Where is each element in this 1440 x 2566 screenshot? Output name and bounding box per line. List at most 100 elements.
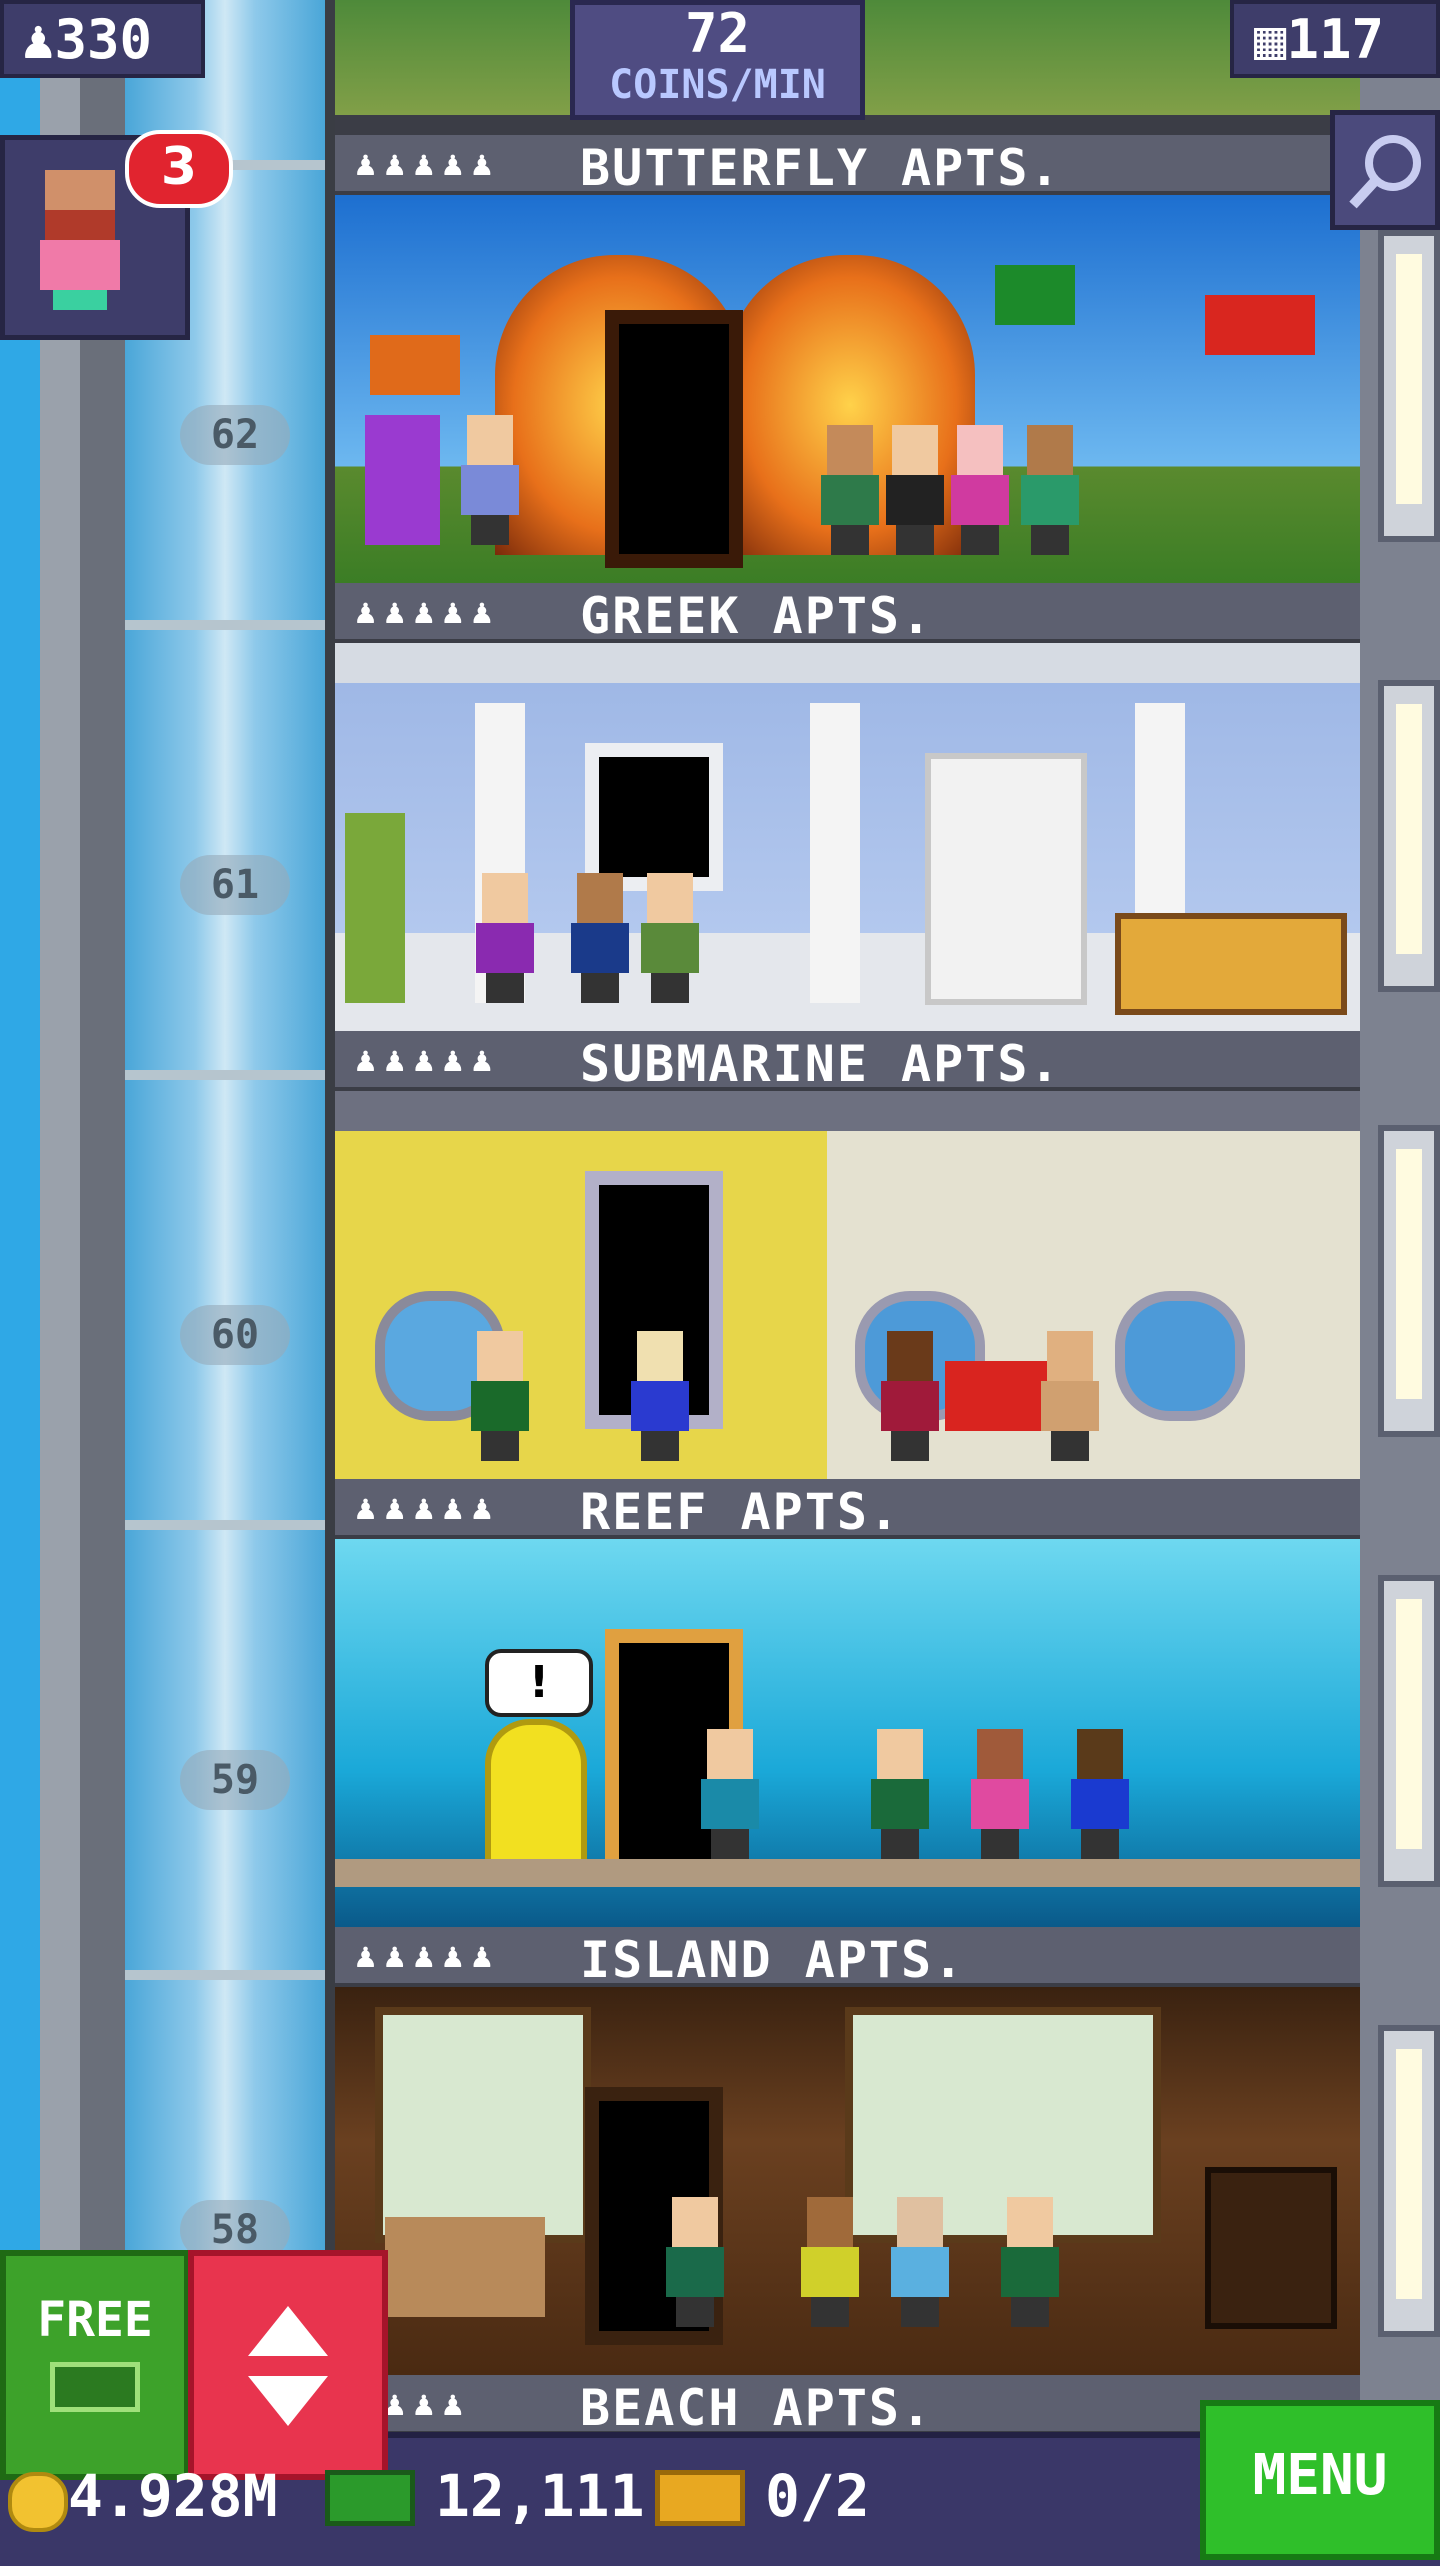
- resident[interactable]: [1035, 1331, 1105, 1461]
- floor-label-bar: ♟♟♟♟♟ REEF APTS.: [335, 1479, 1360, 1541]
- residents-icons: ♟♟♟♟♟: [353, 149, 499, 182]
- search-button[interactable]: [1330, 110, 1440, 230]
- tickets-value: 0/2: [765, 2462, 870, 2530]
- floor-count-value: 117: [1286, 8, 1385, 71]
- visitor-button[interactable]: 3: [0, 130, 233, 340]
- floor-name: ISLAND APTS.: [580, 1931, 966, 1989]
- floor-island[interactable]: ♟♟♟♟♟ ISLAND APTS.: [335, 1927, 1360, 2375]
- floor-name: SUBMARINE APTS.: [580, 1035, 1062, 1093]
- resident[interactable]: [565, 873, 635, 1003]
- visitor-avatar: [35, 170, 125, 310]
- island-room: [335, 1987, 1360, 2375]
- residents-icons: ♟♟♟♟♟: [353, 1941, 499, 1974]
- bux-value: 12,111: [435, 2462, 645, 2530]
- floor-name: REEF APTS.: [580, 1483, 902, 1541]
- speech-bubble[interactable]: !: [485, 1649, 593, 1717]
- resident[interactable]: [795, 2197, 865, 2327]
- coins-rate-unit: COINS/MIN: [609, 62, 826, 108]
- sofa: [1115, 913, 1347, 1015]
- butterfly-decor: [1205, 295, 1315, 355]
- shaft-wall: [40, 0, 80, 2560]
- coins-rate-panel: 72 COINS/MIN: [570, 0, 865, 120]
- elevator-shaft[interactable]: 62 61 60 59 58: [40, 0, 355, 2560]
- resident[interactable]: [885, 2197, 955, 2327]
- resident[interactable]: [1065, 1729, 1135, 1859]
- elevator-button[interactable]: [188, 2250, 388, 2480]
- submarine-room: [335, 1091, 1360, 1479]
- free-bux-button[interactable]: FREE: [0, 2250, 190, 2480]
- bux-icon: [50, 2362, 140, 2412]
- floor-counter[interactable]: ▦117: [1230, 0, 1440, 78]
- search-icon: [1349, 135, 1421, 209]
- shaft-divider: [125, 1520, 325, 1530]
- residents-icons: ♟♟♟♟♟: [353, 597, 499, 630]
- purple-chair: [365, 415, 440, 545]
- resident[interactable]: [660, 2197, 730, 2327]
- window: [375, 2007, 591, 2243]
- free-label: FREE: [37, 2292, 153, 2348]
- ticket-icon: [655, 2470, 745, 2526]
- apartment-door[interactable]: [585, 743, 723, 891]
- floor-greek[interactable]: ♟♟♟♟♟ GREEK APTS.: [335, 583, 1360, 1031]
- floor-number: 60: [180, 1305, 290, 1365]
- greek-column: [810, 703, 860, 1003]
- wall-window: [1378, 680, 1440, 992]
- floor-number: 61: [180, 855, 290, 915]
- floor-label-bar: ♟♟♟♟♟ GREEK APTS.: [335, 583, 1360, 645]
- resident[interactable]: [865, 1729, 935, 1859]
- resident[interactable]: [875, 1331, 945, 1461]
- reef-room: !: [335, 1539, 1360, 1927]
- floor-butterfly[interactable]: ♟♟♟♟♟ BUTTERFLY APTS.: [335, 135, 1360, 583]
- floor-reef[interactable]: ♟♟♟♟♟ REEF APTS. !: [335, 1479, 1360, 1927]
- population-counter[interactable]: ♟330: [0, 0, 205, 78]
- wall-window: [1378, 1575, 1440, 1887]
- resident[interactable]: [625, 1331, 695, 1461]
- butterfly-room: [335, 195, 1360, 583]
- reef-floor: [335, 1859, 1360, 1887]
- resident[interactable]: [945, 425, 1015, 555]
- diver-resident[interactable]: [485, 1719, 587, 1871]
- floor-number: 59: [180, 1750, 290, 1810]
- right-wall: [1360, 0, 1440, 2560]
- coin-icon: [8, 2472, 68, 2532]
- floor-number: 62: [180, 405, 290, 465]
- shaft-divider: [125, 620, 325, 630]
- shaft-glass: [125, 0, 325, 2560]
- resident[interactable]: [995, 2197, 1065, 2327]
- population-value: 330: [54, 8, 153, 71]
- building-icon: ▦: [1254, 8, 1287, 71]
- wall-window: [1378, 2025, 1440, 2337]
- butterfly-decor: [370, 335, 460, 395]
- wall-window: [1378, 230, 1440, 542]
- apartment-door[interactable]: [605, 310, 743, 568]
- resident[interactable]: [465, 1331, 535, 1461]
- bux-icon: [325, 2470, 415, 2526]
- resident[interactable]: [1015, 425, 1085, 555]
- floor-label-bar: ♟♟♟♟♟ ISLAND APTS.: [335, 1927, 1360, 1989]
- floor-name: BEACH APTS.: [580, 2379, 934, 2437]
- population-icon: ♟: [22, 8, 55, 71]
- porthole: [1115, 1291, 1245, 1421]
- cabinet: [1205, 2167, 1337, 2329]
- floor-submarine[interactable]: ♟♟♟♟♟ SUBMARINE APTS.: [335, 1031, 1360, 1479]
- floor-name: GREEK APTS.: [580, 587, 934, 645]
- greek-room: [335, 643, 1360, 1031]
- resident[interactable]: [880, 425, 950, 555]
- resident[interactable]: [470, 873, 540, 1003]
- resident[interactable]: [695, 1729, 765, 1859]
- resident[interactable]: [635, 873, 705, 1003]
- coins-value: 4.928M: [68, 2462, 278, 2530]
- resident[interactable]: [965, 1729, 1035, 1859]
- coins-rate-value: 72: [684, 2, 751, 65]
- up-down-arrows-icon: [248, 2306, 328, 2426]
- potted-plant: [345, 813, 405, 1003]
- shaft-divider: [125, 1970, 325, 1980]
- menu-button[interactable]: MENU: [1200, 2400, 1440, 2560]
- bookshelf: [925, 753, 1087, 1005]
- residents-icons: ♟♟♟♟♟: [353, 1045, 499, 1078]
- resident[interactable]: [455, 415, 525, 545]
- floor-name: BUTTERFLY APTS.: [580, 139, 1062, 197]
- wall-window: [1378, 1125, 1440, 1437]
- resident[interactable]: [815, 425, 885, 555]
- wicker-chair: [385, 2217, 545, 2317]
